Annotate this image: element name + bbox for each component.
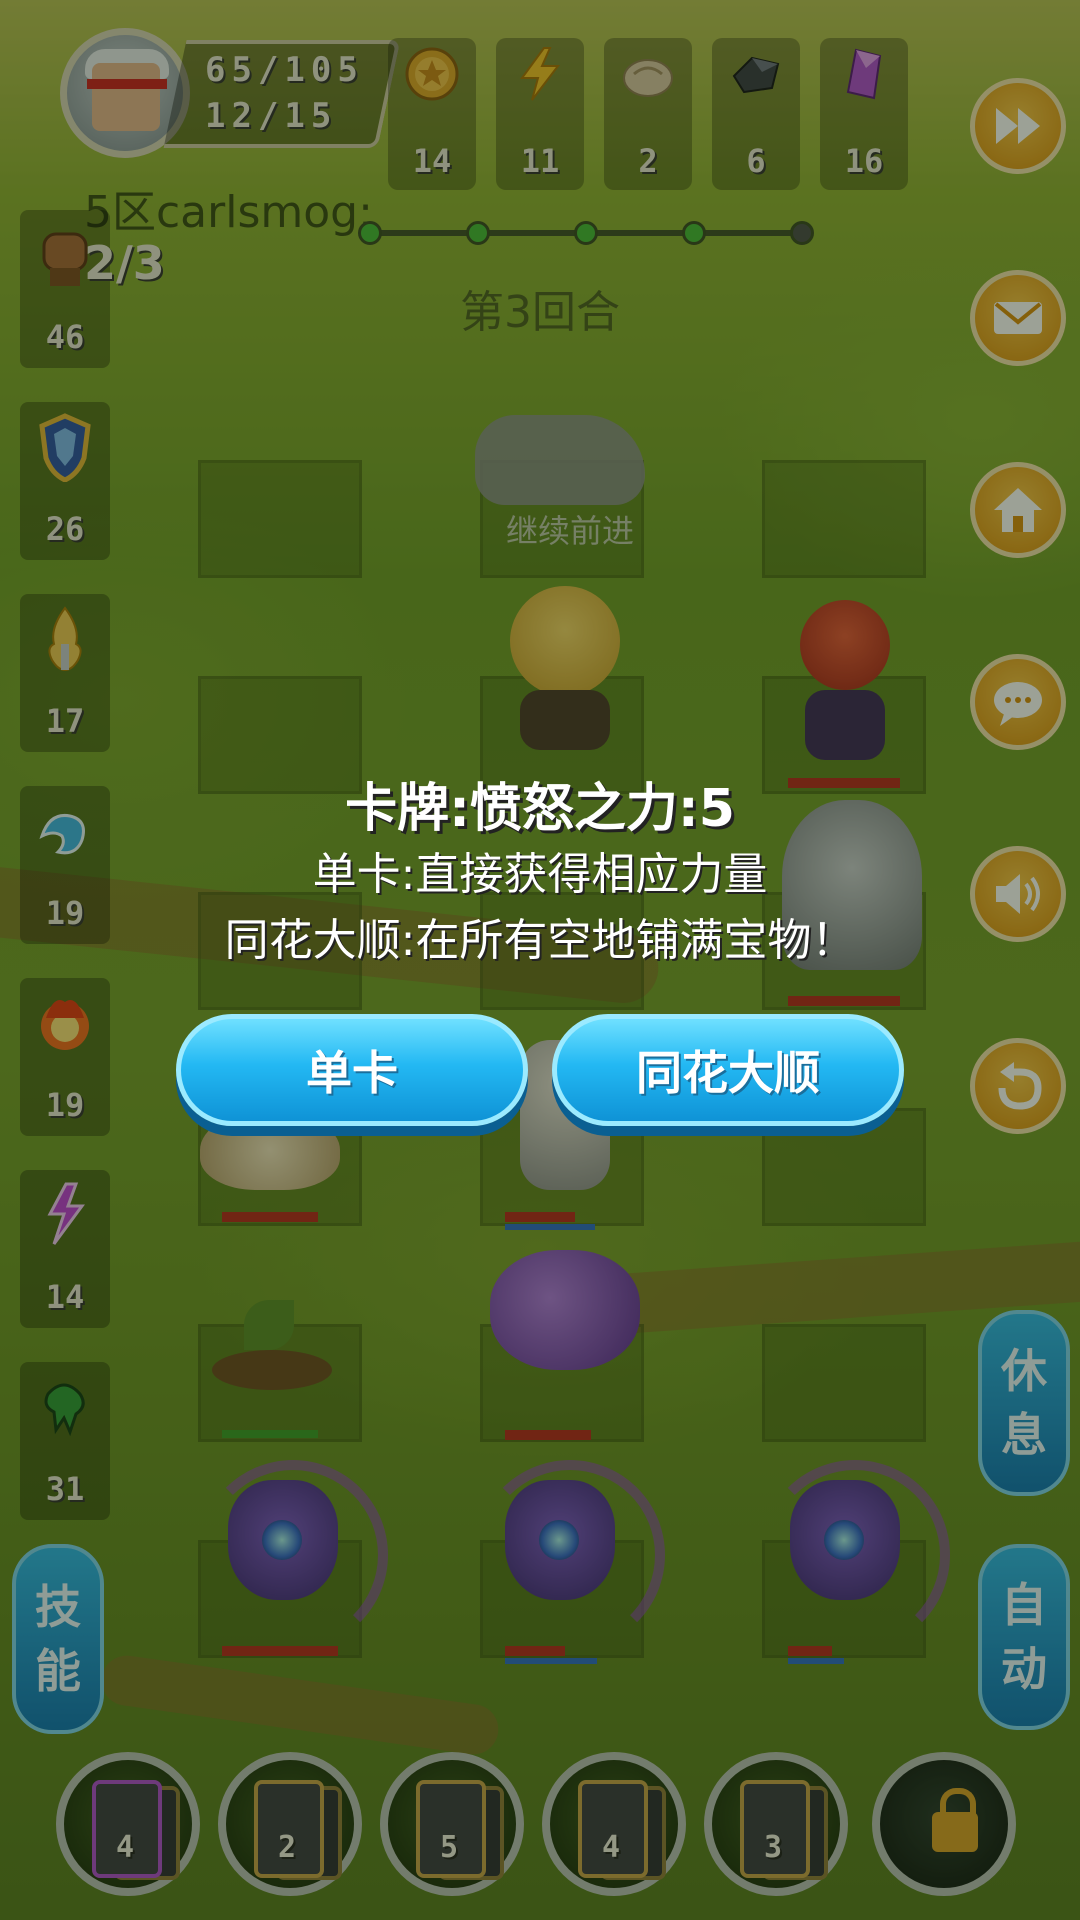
single-card-button[interactable]: 单卡 [176, 1014, 528, 1126]
dialog-title: 卡牌:愤怒之力:5 [345, 779, 735, 839]
straight-flush-button[interactable]: 同花大顺 [552, 1014, 904, 1126]
dialog-line-single: 单卡:直接获得相应力量 [312, 849, 768, 900]
dialog-line-flush: 同花大顺:在所有空地铺满宝物！ [224, 915, 856, 966]
